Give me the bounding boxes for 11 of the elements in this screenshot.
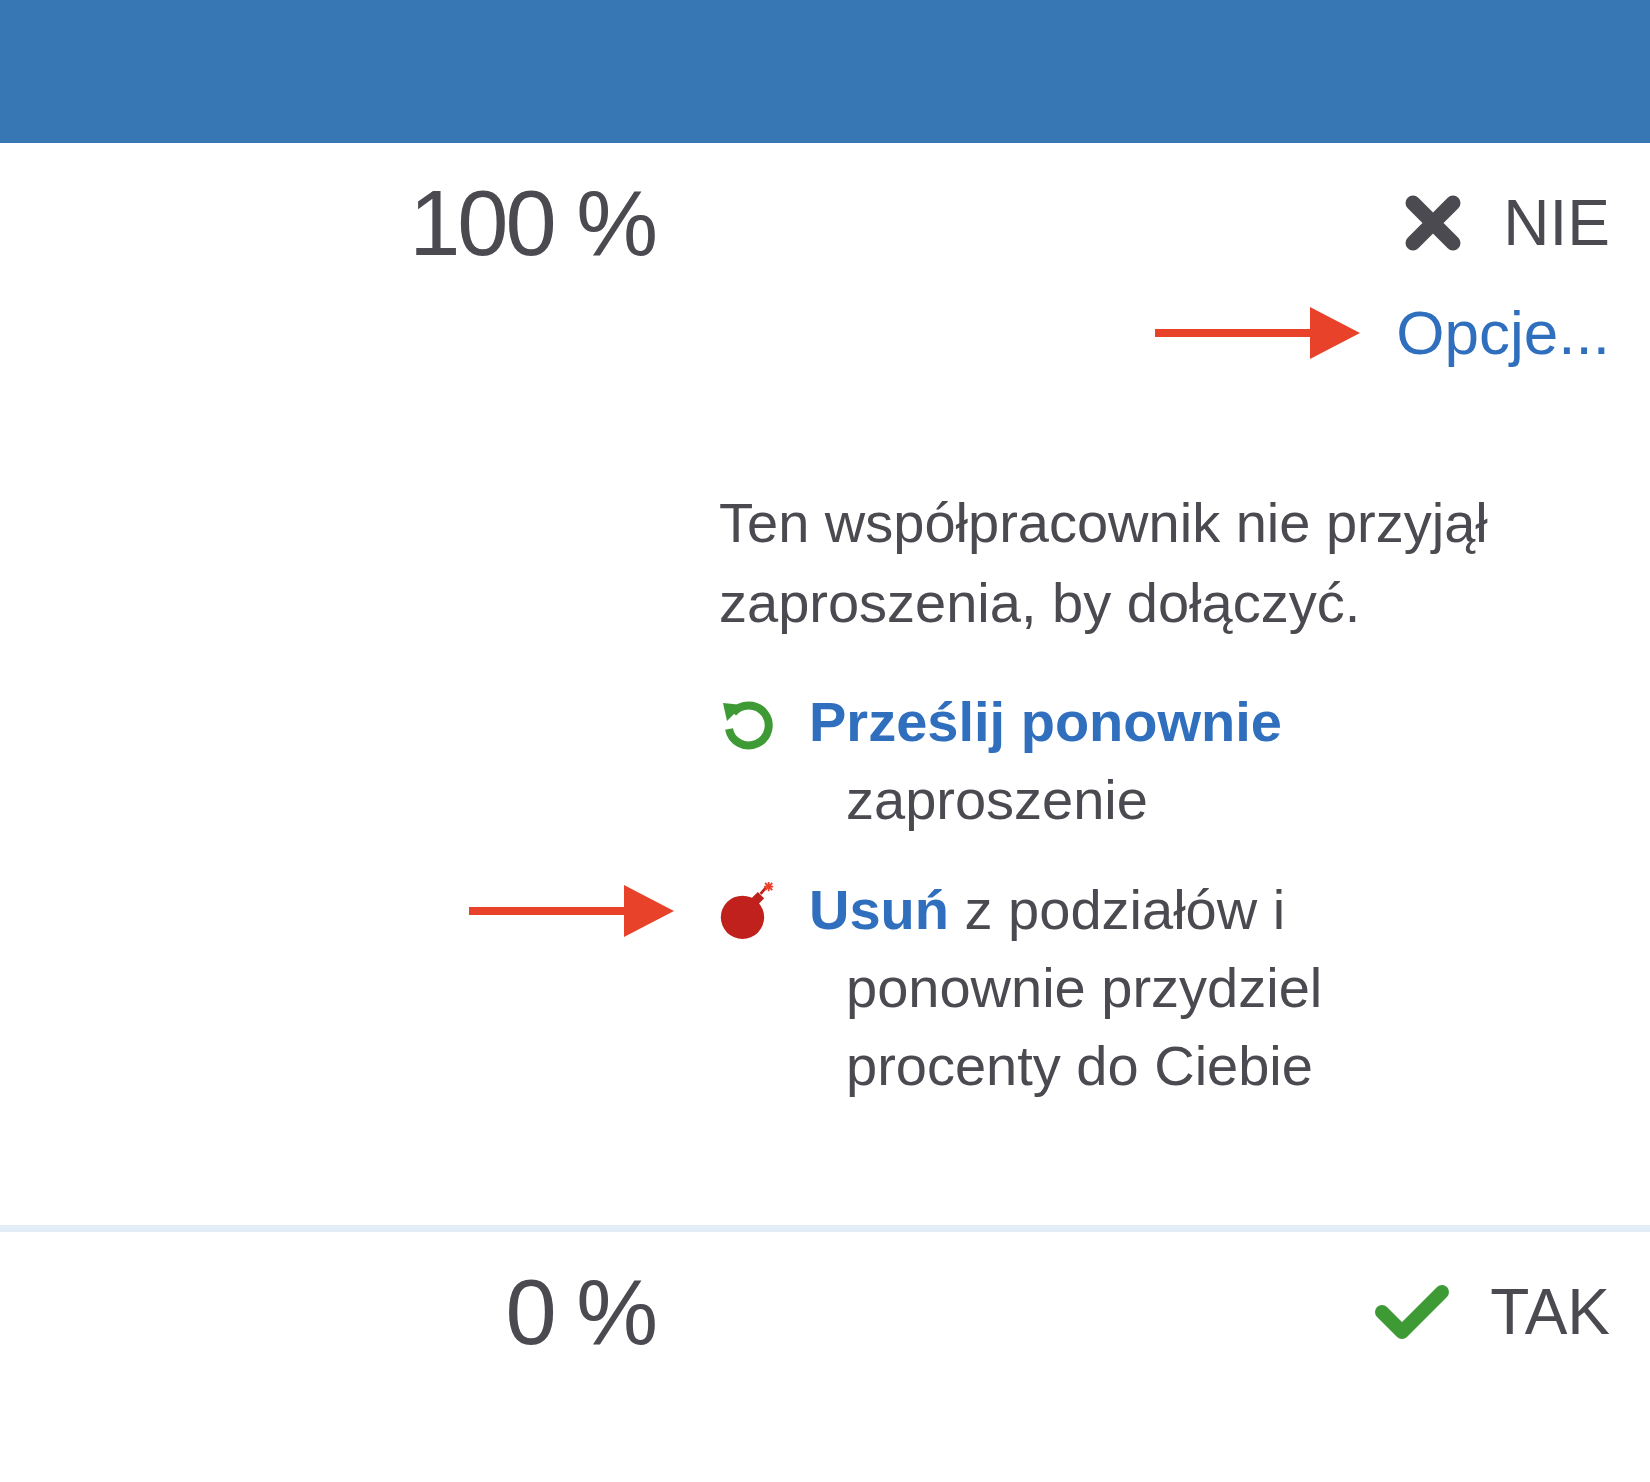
- percentage: 100 %: [408, 170, 655, 276]
- action-link[interactable]: Prześlij ponownie: [809, 690, 1282, 753]
- action-text: Usuń z podziałów i ponownie przydziel procenty do Ciebie: [809, 877, 1324, 1099]
- options-link[interactable]: Opcje...: [1396, 297, 1610, 368]
- status-label: NIE: [1503, 186, 1610, 260]
- percentage: 0 %: [504, 1259, 655, 1365]
- status-label: TAK: [1490, 1275, 1610, 1349]
- action-link[interactable]: Usuń: [809, 878, 949, 941]
- invitation-note: Ten współpracownik nie przyjął zaproszenia, by dołączyć.: [719, 490, 1489, 636]
- checkmark-icon: [1374, 1282, 1451, 1342]
- action-text: Prześlij ponownie zaproszenie: [809, 689, 1283, 833]
